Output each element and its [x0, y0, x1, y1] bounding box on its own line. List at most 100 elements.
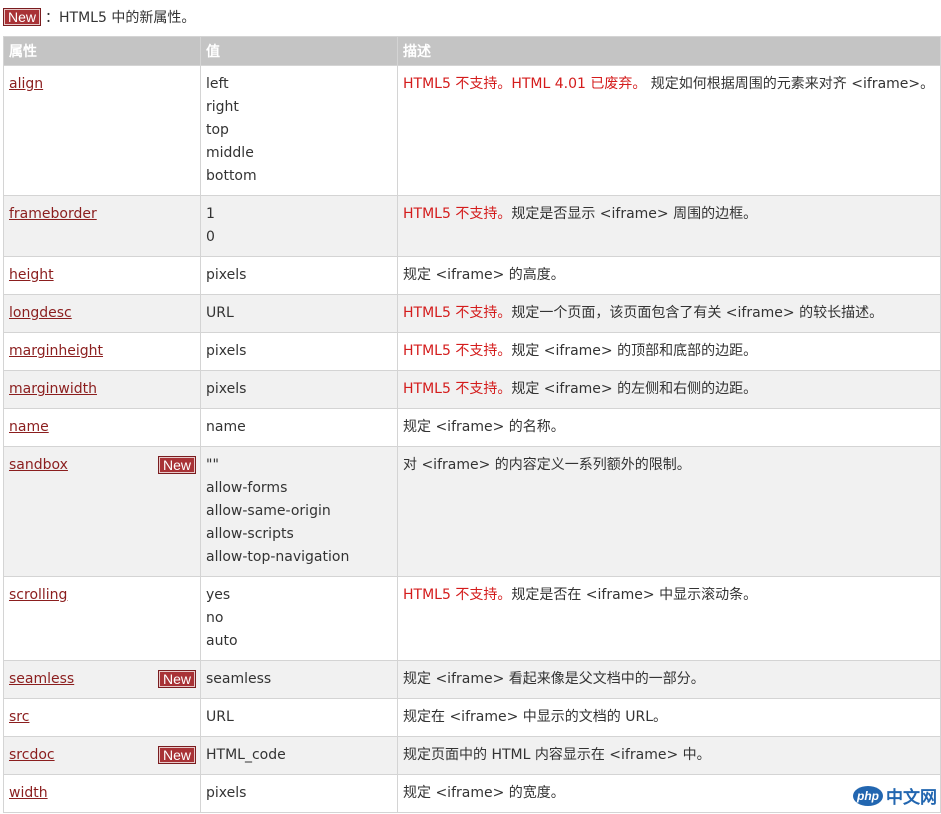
attribute-cell: height [3, 256, 201, 295]
attribute-link[interactable]: frameborder [9, 206, 97, 222]
value-item: yes [206, 587, 231, 603]
table-row: width pixels 规定 <iframe> 的宽度。 [3, 774, 941, 813]
description-cell: 规定 <iframe> 看起来像是父文档中的一部分。 [397, 660, 941, 699]
description-text: 规定 <iframe> 的高度。 [403, 267, 565, 283]
value-item: allow-same-origin [206, 503, 331, 519]
attribute-cell: align [3, 65, 201, 196]
value-cell: yes no auto [200, 576, 398, 661]
new-badge: New [157, 456, 196, 474]
value-item: pixels [206, 343, 247, 359]
value-cell: 10 [200, 195, 398, 257]
value-cell: URL [200, 698, 398, 737]
value-item: allow-top-navigation [206, 549, 350, 565]
unsupported-warning: HTML5 不支持。 [403, 206, 512, 222]
description-text: 规定 <iframe> 的宽度。 [403, 785, 565, 801]
attribute-cell: longdesc [3, 294, 201, 333]
table-row: marginheight pixels HTML5 不支持。规定 <iframe> … [3, 332, 941, 371]
description-cell: 规定页面中的 HTML 内容显示在 <iframe> 中。 [397, 736, 941, 775]
description-cell: HTML5 不支持。规定 <iframe> 的顶部和底部的边距。 [397, 332, 941, 371]
value-item: pixels [206, 381, 247, 397]
value-item: right [206, 99, 239, 115]
value-cell: seamless [200, 660, 398, 699]
description-text: 对 <iframe> 的内容定义一系列额外的限制。 [403, 457, 691, 473]
attribute-cell: name [3, 408, 201, 447]
description-cell: HTML5 不支持。规定 <iframe> 的左侧和右侧的边距。 [397, 370, 941, 409]
description-text: 规定在 <iframe> 中显示的文档的 URL。 [403, 709, 667, 725]
attribute-link[interactable]: seamless [9, 671, 74, 687]
attribute-link[interactable]: srcdoc [9, 747, 55, 763]
description-text: 规定一个页面，该页面包含了有关 <iframe> 的较长描述。 [511, 305, 884, 321]
value-cell: pixels [200, 256, 398, 295]
description-cell: 规定在 <iframe> 中显示的文档的 URL。 [397, 698, 941, 737]
description-cell: 规定 <iframe> 的高度。 [397, 256, 941, 295]
new-badge: New [157, 746, 196, 764]
attribute-link[interactable]: longdesc [9, 305, 72, 321]
attribute-cell: width [3, 774, 201, 813]
value-item: seamless [206, 671, 272, 687]
new-badge: New [3, 8, 42, 26]
table-row: scrolling yes no auto HTML5 不支持。规定是否在 <ifram… [3, 576, 941, 661]
value-cell: pixels [200, 370, 398, 409]
attribute-link[interactable]: sandbox [9, 457, 68, 473]
table-row: src URL 规定在 <iframe> 中显示的文档的 URL。 [3, 698, 941, 737]
value-cell: left right top middle bottom [200, 65, 398, 196]
value-item: allow-scripts [206, 526, 294, 542]
watermark: php 中文网 [853, 783, 937, 808]
value-item: auto [206, 633, 238, 649]
value-cell: name [200, 408, 398, 447]
table-row: height pixels 规定 <iframe> 的高度。 [3, 256, 941, 295]
unsupported-warning: HTML5 不支持。 [403, 587, 512, 603]
value-item: left [206, 76, 229, 92]
unsupported-warning: HTML5 不支持。 [403, 343, 512, 359]
table-row: name name 规定 <iframe> 的名称。 [3, 408, 941, 447]
attribute-cell: srcdoc New [3, 736, 201, 775]
value-cell: HTML_code [200, 736, 398, 775]
attribute-cell: scrolling [3, 576, 201, 661]
description-text: 规定 <iframe> 看起来像是父文档中的一部分。 [403, 671, 705, 687]
value-item: no [206, 610, 224, 626]
attribute-cell: sandbox New [3, 446, 201, 577]
value-item: bottom [206, 168, 257, 184]
header-value: 值 [200, 36, 398, 66]
attribute-link[interactable]: marginheight [9, 343, 103, 359]
value-cell: pixels [200, 332, 398, 371]
description-text: 规定是否在 <iframe> 中显示滚动条。 [511, 587, 758, 603]
unsupported-warning: HTML5 不支持。 [403, 305, 512, 321]
attribute-link[interactable]: scrolling [9, 587, 67, 603]
new-badge: New [157, 670, 196, 688]
attribute-link[interactable]: height [9, 267, 54, 283]
value-cell: "" allow-forms allow-same-origin allow-scri… [200, 446, 398, 577]
attribute-link[interactable]: name [9, 419, 49, 435]
table-row: frameborder 1 0 HTML5 不支持。规定是否显示 <iframe> 周… [3, 195, 941, 257]
unsupported-warning: HTML5 不支持。HTML 4.01 已废弃。 [403, 76, 647, 92]
value-item: 1 [206, 206, 215, 222]
table-row: align left right top middle bottom HTML5 不支持。H… [3, 65, 941, 196]
attribute-link[interactable]: src [9, 709, 29, 725]
value-item: URL [206, 305, 234, 321]
header-attribute: 属性 [3, 36, 201, 66]
unsupported-warning: HTML5 不支持。 [403, 381, 512, 397]
attribute-cell: seamless New [3, 660, 201, 699]
attribute-cell: marginwidth [3, 370, 201, 409]
description-cell: 规定 <iframe> 的名称。 [397, 408, 941, 447]
description-text: 规定 <iframe> 的左侧和右侧的边距。 [511, 381, 758, 397]
attribute-link[interactable]: marginwidth [9, 381, 97, 397]
description-text: 规定 <iframe> 的顶部和底部的边距。 [511, 343, 758, 359]
description-text: 规定 <iframe> 的名称。 [403, 419, 565, 435]
attribute-link[interactable]: width [9, 785, 48, 801]
attribute-cell: src [3, 698, 201, 737]
value-item: middle [206, 145, 254, 161]
value-item: top [206, 122, 229, 138]
description-cell: HTML5 不支持。HTML 4.01 已废弃。 规定如何根据周围的元素来对齐 … [397, 65, 941, 196]
description-cell: HTML5 不支持。规定一个页面，该页面包含了有关 <iframe> 的较长描述… [397, 294, 941, 333]
attribute-link[interactable]: align [9, 76, 43, 92]
attribute-cell: marginheight [3, 332, 201, 371]
description-cell: HTML5 不支持。规定是否在 <iframe> 中显示滚动条。 [397, 576, 941, 661]
table-row: sandbox New "" allow-forms allow-same-origin… [3, 446, 941, 577]
description-cell: 对 <iframe> 的内容定义一系列额外的限制。 [397, 446, 941, 577]
value-item: name [206, 419, 246, 435]
value-item: 0 [206, 229, 215, 245]
value-cell: pixels [200, 774, 398, 813]
watermark-text: 中文网 [886, 788, 937, 807]
value-item: "" [206, 457, 219, 473]
